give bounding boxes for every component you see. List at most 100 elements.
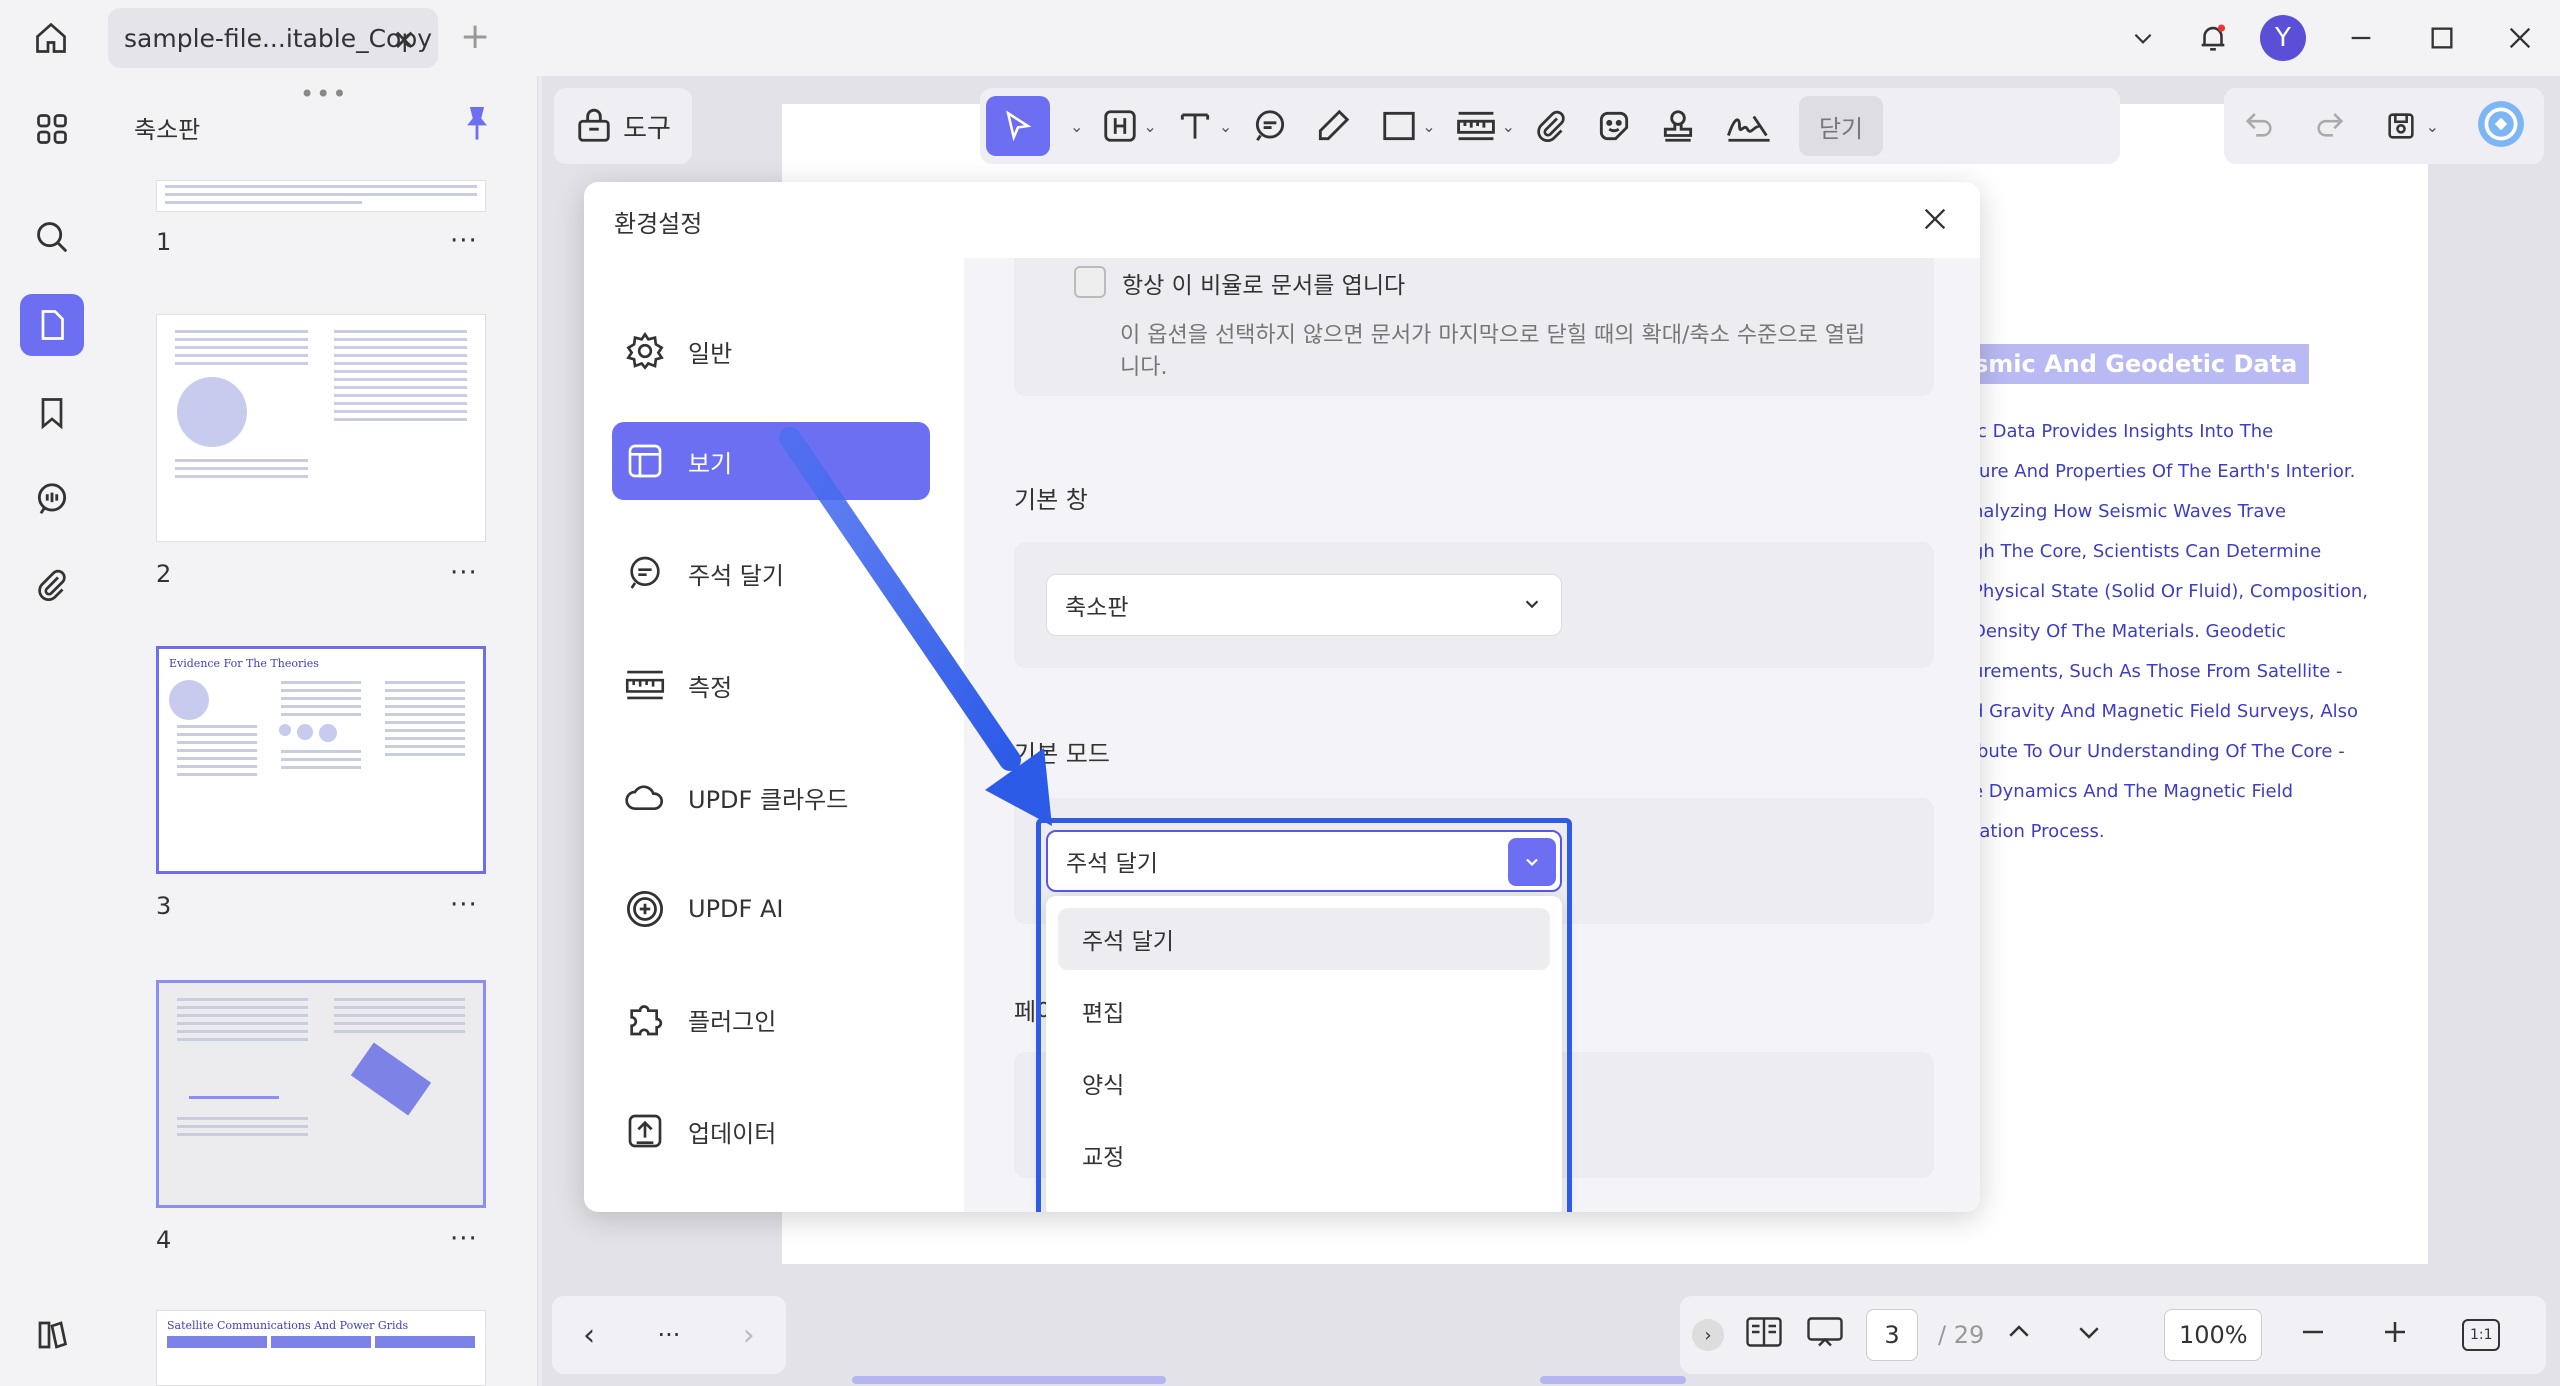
previous-icon[interactable]: ‹ — [583, 1318, 595, 1353]
pages-icon[interactable] — [20, 294, 84, 356]
page-thumbnail-4[interactable] — [156, 980, 486, 1208]
document-line: ic Data Provides Insights Into The — [1972, 421, 2274, 442]
reader-mode-icon[interactable] — [20, 1304, 84, 1366]
close-toolbar-button[interactable]: 닫기 — [1799, 96, 1884, 156]
user-avatar[interactable]: Y — [2248, 0, 2318, 76]
document-line: ration Process. — [1972, 821, 2105, 842]
attachment-icon[interactable] — [1533, 96, 1569, 156]
save-button[interactable]: ⌄ — [2384, 109, 2439, 143]
page-options-icon[interactable]: ··· — [450, 226, 478, 256]
page-thumbnail-3[interactable]: Evidence For The Theories — [156, 646, 486, 874]
nav-item-label: 측정 — [688, 673, 733, 702]
horizontal-scrollbar-thumb[interactable] — [852, 1376, 1166, 1384]
page-total: / 29 — [1938, 1321, 1985, 1349]
zoom-level-input[interactable]: 100% — [2164, 1309, 2263, 1361]
bookmark-icon[interactable] — [20, 382, 84, 444]
nav-item-ai[interactable]: UPDF AI — [612, 870, 930, 948]
update-icon — [622, 1108, 668, 1154]
pencil-icon[interactable] — [1314, 96, 1352, 156]
page-down-icon[interactable] — [2074, 1317, 2104, 1353]
default-pane-select[interactable]: 축소판 — [1046, 574, 1562, 636]
nav-item-plugins[interactable]: 플러그인 — [612, 980, 930, 1058]
horizontal-scrollbar-thumb[interactable] — [1540, 1376, 1686, 1384]
tools-button[interactable]: 도구 — [554, 88, 692, 164]
nav-item-updater[interactable]: 업데이터 — [612, 1092, 930, 1170]
nav-item-annotate[interactable]: 주석 달기 — [612, 534, 930, 612]
left-sidebar-rail — [0, 76, 104, 1386]
expand-icon[interactable]: › — [1692, 1319, 1724, 1351]
ruler-icon — [622, 662, 668, 708]
page-number-input[interactable]: 3 — [1866, 1309, 1918, 1361]
document-line: d Gravity And Magnetic Field Surveys, Al… — [1972, 701, 2359, 722]
measure-ruler-icon[interactable] — [1454, 96, 1498, 156]
nav-item-view[interactable]: 보기 — [612, 422, 930, 500]
page-options-icon[interactable]: ··· — [450, 890, 478, 920]
signature-icon[interactable] — [1723, 96, 1775, 156]
page-thumbnail-1[interactable] — [156, 180, 486, 212]
page-thumbnail-5[interactable]: Satellite Communications And Power Grids — [156, 1310, 486, 1386]
zoom-in-icon[interactable] — [2380, 1317, 2410, 1353]
document-tab[interactable]: sample-file...itable_Copy ✕ — [108, 8, 438, 68]
chevron-down-icon[interactable]: ⌄ — [2426, 117, 2439, 136]
notification-bell-icon[interactable] — [2178, 0, 2248, 76]
nav-item-label: 보기 — [688, 449, 733, 478]
nav-item-label: UPDF 클라우드 — [688, 785, 849, 814]
document-tab-title: sample-file...itable_Copy — [124, 23, 433, 53]
chevron-down-icon[interactable] — [2108, 0, 2178, 76]
close-dialog-icon[interactable] — [1910, 194, 1960, 244]
next-icon[interactable]: › — [743, 1318, 755, 1353]
redo-icon[interactable] — [2313, 107, 2347, 145]
chevron-down-icon[interactable]: ⌄ — [1219, 117, 1232, 136]
maximize-icon[interactable] — [2404, 0, 2480, 76]
preferences-nav: 일반 보기 주석 달기 측정 UPDF 클라우드 UPDF AI 플러그인 업데… — [584, 258, 964, 1212]
rectangle-icon[interactable] — [1380, 96, 1418, 156]
chevron-down-icon[interactable]: ⌄ — [1070, 117, 1083, 136]
attachment-icon[interactable] — [20, 554, 84, 616]
page-number-1: 1 — [156, 228, 172, 256]
pin-icon[interactable] — [460, 104, 494, 148]
comments-icon[interactable] — [20, 468, 84, 530]
zoom-out-icon[interactable] — [2298, 1317, 2328, 1353]
stamp-icon[interactable] — [1659, 96, 1697, 156]
minimize-icon[interactable] — [2318, 0, 2404, 76]
default-pane-value: 축소판 — [1065, 595, 1129, 621]
sticker-icon[interactable] — [1595, 96, 1633, 156]
chevron-down-icon[interactable]: ⌄ — [1143, 117, 1156, 136]
ai-assistant-icon[interactable] — [2476, 99, 2526, 153]
nav-item-cloud[interactable]: UPDF 클라우드 — [612, 758, 930, 836]
page-options-icon[interactable]: ··· — [450, 558, 478, 588]
more-options-icon[interactable]: ··· — [658, 1321, 681, 1349]
page-up-icon[interactable] — [2004, 1317, 2034, 1353]
document-line: Physical State (Solid Or Fluid), Composi… — [1972, 581, 2368, 602]
thumbnails-grid-icon[interactable] — [20, 98, 84, 160]
ai-icon — [622, 886, 668, 932]
document-line: gh The Core, Scientists Can Determine — [1972, 541, 2322, 562]
thumbnail-panel: ••• 축소판 1 ··· 2 ··· Evidence For The The… — [104, 76, 538, 1386]
close-tab-icon[interactable]: ✕ — [393, 24, 416, 57]
close-window-icon[interactable] — [2480, 0, 2560, 76]
select-pointer-icon[interactable] — [986, 96, 1050, 156]
chevron-down-icon[interactable]: ⌄ — [1502, 117, 1515, 136]
home-icon[interactable] — [28, 18, 74, 58]
annotation-toolbar: ⌄ ⌄ ⌄ ⌄ ⌄ 닫기 — [980, 88, 2120, 164]
highlight-icon[interactable] — [1101, 96, 1139, 156]
nav-item-label: 업데이터 — [688, 1119, 777, 1148]
panel-resize-grip[interactable]: ••• — [300, 80, 348, 108]
chevron-down-icon[interactable]: ⌄ — [1422, 117, 1435, 136]
nav-item-measure[interactable]: 측정 — [612, 646, 930, 724]
search-icon[interactable] — [20, 206, 84, 268]
new-tab-icon[interactable]: + — [460, 16, 490, 57]
page-options-icon[interactable]: ··· — [450, 1224, 478, 1254]
comment-icon[interactable] — [1250, 96, 1290, 156]
text-icon[interactable] — [1175, 96, 1215, 156]
nav-item-general[interactable]: 일반 — [612, 312, 930, 390]
page-thumbnail-2[interactable] — [156, 314, 486, 542]
presentation-icon[interactable] — [1804, 1314, 1846, 1356]
comment-icon — [622, 550, 668, 596]
page-layout-icon[interactable] — [1744, 1314, 1784, 1356]
nav-item-label: 플러그인 — [688, 1007, 777, 1036]
actual-size-button[interactable]: 1:1 — [2462, 1319, 2501, 1351]
layout-icon — [622, 438, 668, 484]
always-open-ratio-checkbox[interactable] — [1074, 266, 1106, 298]
undo-icon[interactable] — [2242, 107, 2276, 145]
